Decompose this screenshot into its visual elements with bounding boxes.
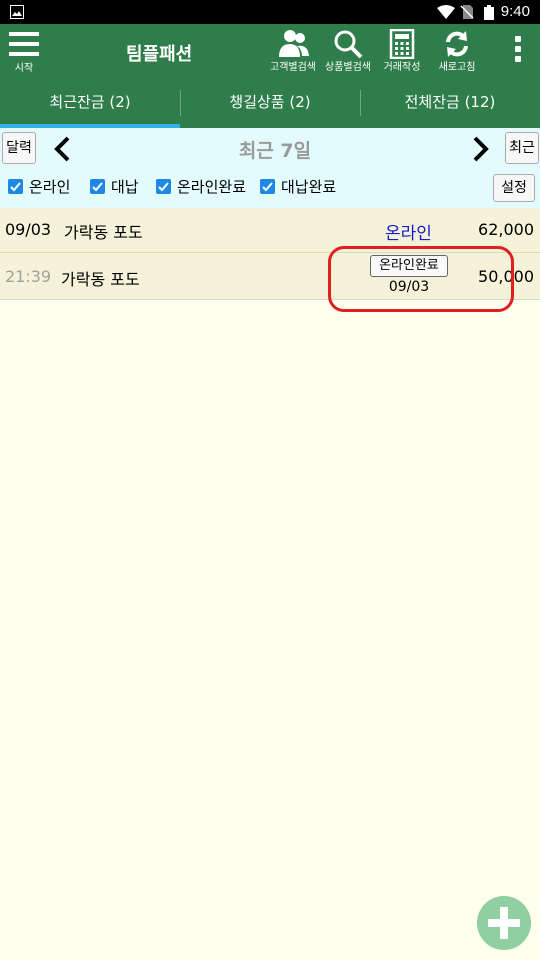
add-button[interactable] bbox=[477, 896, 531, 950]
hamburger-icon bbox=[9, 32, 39, 56]
tab-all-balance[interactable]: 전체잔금 (12) bbox=[360, 78, 540, 128]
tab-items-to-pick[interactable]: 챙길상품 (2) bbox=[180, 78, 360, 128]
row-amount: 62,000 bbox=[478, 220, 534, 239]
tab-recent-balance[interactable]: 최근잔금 (2) bbox=[0, 78, 180, 128]
more-options-icon[interactable] bbox=[514, 36, 522, 66]
chevron-left-icon[interactable] bbox=[48, 134, 78, 164]
calendar-button[interactable]: 달력 bbox=[2, 132, 36, 164]
status-bar: 9:40 bbox=[0, 0, 540, 24]
menu-label: 시작 bbox=[14, 63, 34, 74]
calculator-icon bbox=[389, 29, 415, 59]
refresh-icon bbox=[446, 31, 468, 57]
image-notification-icon bbox=[10, 5, 24, 19]
checkbox-checked-icon bbox=[156, 179, 171, 194]
no-sim-icon bbox=[460, 5, 474, 19]
refresh-button[interactable]: 새로고침 bbox=[427, 26, 487, 76]
refresh-label: 새로고침 bbox=[438, 62, 476, 73]
tab-bar: 최근잔금 (2) 챙길상품 (2) 전체잔금 (12) bbox=[0, 78, 540, 128]
people-icon bbox=[279, 30, 309, 57]
menu-button[interactable]: 시작 bbox=[6, 26, 42, 76]
checkbox-label: 대납 bbox=[111, 178, 139, 196]
checkbox-proxy-payment[interactable]: 대납 bbox=[90, 176, 139, 198]
checkbox-label: 온라인완료 bbox=[177, 178, 247, 196]
app-bar: 시작 팀플패션 고객별검색 상품별검색 거래작성 새로고침 bbox=[0, 24, 540, 78]
checkbox-checked-icon bbox=[260, 179, 275, 194]
row-customer: 가락동 포도 bbox=[61, 270, 140, 289]
row-date: 09/03 bbox=[5, 220, 52, 239]
row-status: 온라인 bbox=[385, 224, 432, 244]
battery-icon bbox=[484, 5, 494, 20]
settings-button[interactable]: 설정 bbox=[493, 174, 535, 202]
filter-bar: 달력 최근 7일 최근 온라인 대납 온라인완료 대납완료 설정 bbox=[0, 128, 540, 208]
chevron-right-icon[interactable] bbox=[465, 134, 495, 164]
wifi-icon bbox=[437, 5, 455, 19]
checkbox-proxy-complete[interactable]: 대납완료 bbox=[260, 176, 336, 198]
row-time: 21:39 bbox=[5, 267, 52, 286]
checkbox-checked-icon bbox=[90, 179, 105, 194]
search-icon bbox=[334, 30, 363, 59]
checkbox-online-complete[interactable]: 온라인완료 bbox=[156, 176, 246, 198]
period-label: 최근 7일 bbox=[238, 140, 312, 162]
checkbox-checked-icon bbox=[8, 179, 23, 194]
checkbox-label: 대납완료 bbox=[281, 178, 337, 196]
highlight-annotation bbox=[328, 246, 514, 312]
recent-button[interactable]: 최근 bbox=[505, 132, 539, 164]
plus-icon bbox=[488, 907, 520, 939]
clock: 9:40 bbox=[500, 3, 530, 20]
checkbox-online[interactable]: 온라인 bbox=[8, 176, 70, 198]
checkbox-label: 온라인 bbox=[29, 178, 71, 196]
row-customer: 가락동 포도 bbox=[64, 223, 143, 242]
app-title: 팀플패션 bbox=[126, 44, 193, 65]
